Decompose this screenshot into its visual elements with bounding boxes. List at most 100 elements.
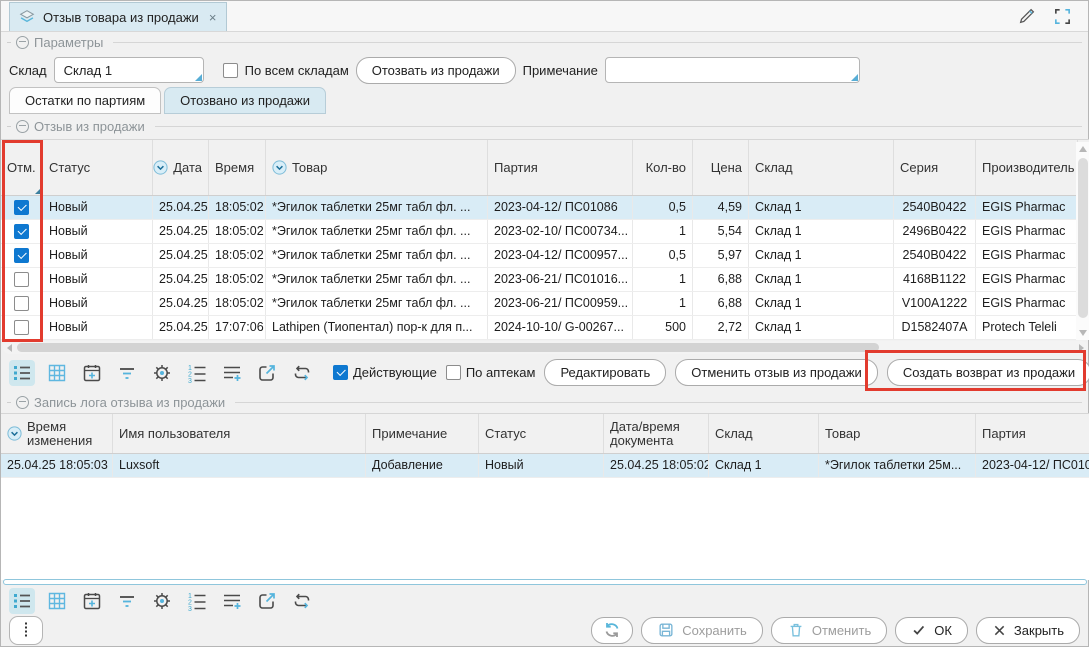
- save-button[interactable]: Сохранить: [641, 617, 763, 644]
- cell-product: Lathipen (Тиопентал) пор-к для п...: [266, 316, 488, 339]
- recall-from-sale-button[interactable]: Отозвать из продажи: [356, 57, 516, 84]
- recall-section-title: Отзыв из продажи: [34, 119, 145, 134]
- table-row[interactable]: Новый 25.04.25 18:05:02 *Эгилок таблетки…: [1, 220, 1089, 244]
- col-batch[interactable]: Партия: [976, 414, 1089, 453]
- log-section-header: Запись лога отзыва из продажи: [7, 394, 1082, 410]
- row-checkbox[interactable]: [14, 200, 29, 215]
- cell-time: 18:05:02: [209, 244, 266, 267]
- close-button[interactable]: Закрыть: [976, 617, 1080, 644]
- repeat-icon[interactable]: [289, 360, 315, 386]
- add-row-icon[interactable]: [219, 588, 245, 614]
- app-window: { "doc_tab": { "title": "Отзыв товара из…: [0, 0, 1089, 647]
- row-checkbox[interactable]: [14, 296, 29, 311]
- detail-view-icon[interactable]: [9, 588, 35, 614]
- grid-view-icon[interactable]: [44, 588, 70, 614]
- row-checkbox[interactable]: [14, 224, 29, 239]
- edit-button[interactable]: Редактировать: [544, 359, 666, 386]
- scroll-right-arrow[interactable]: [1079, 344, 1084, 352]
- vertical-scrollbar[interactable]: [1076, 142, 1089, 340]
- calendar-add-icon[interactable]: [79, 360, 105, 386]
- cell-manufacturer: EGIS Pharmac: [976, 244, 1078, 267]
- numbered-list-icon[interactable]: 123: [184, 360, 210, 386]
- tab-recalled-from-sale[interactable]: Отозвано из продажи: [164, 87, 326, 114]
- sort-icon[interactable]: [272, 160, 287, 175]
- col-price[interactable]: Цена: [693, 140, 749, 195]
- col-status[interactable]: Статус: [479, 414, 604, 453]
- col-product[interactable]: Товар: [819, 414, 976, 453]
- col-qty[interactable]: Кол-во: [633, 140, 693, 195]
- grid-view-icon[interactable]: [44, 360, 70, 386]
- col-manufacturer[interactable]: Производитель: [976, 140, 1078, 195]
- col-status[interactable]: Статус: [43, 140, 153, 195]
- scroll-up-arrow[interactable]: [1079, 146, 1087, 152]
- active-checkbox[interactable]: [333, 365, 348, 380]
- table-row[interactable]: Новый 25.04.25 18:05:02 *Эгилок таблетки…: [1, 244, 1089, 268]
- col-product[interactable]: Товар: [266, 140, 488, 195]
- collapse-icon[interactable]: [16, 120, 29, 133]
- table-row[interactable]: 25.04.25 18:05:03 Luxsoft Добавление Нов…: [1, 454, 1089, 478]
- check-icon: [911, 622, 927, 638]
- tab-close-icon[interactable]: ×: [209, 10, 217, 25]
- table-row[interactable]: Новый 25.04.25 18:05:02 *Эгилок таблетки…: [1, 196, 1089, 220]
- scrollbar-thumb[interactable]: [1078, 158, 1088, 318]
- horizontal-scrollbar[interactable]: [3, 579, 1087, 585]
- filter-icon[interactable]: [114, 588, 140, 614]
- col-warehouse[interactable]: Склад: [749, 140, 894, 195]
- row-checkbox[interactable]: [14, 320, 29, 335]
- add-row-icon[interactable]: [219, 360, 245, 386]
- horizontal-scrollbar[interactable]: [3, 341, 1088, 354]
- open-external-icon[interactable]: [254, 588, 280, 614]
- col-batch[interactable]: Партия: [488, 140, 633, 195]
- cancel-recall-button[interactable]: Отменить отзыв из продажи: [675, 359, 878, 386]
- tab-stock-by-batches[interactable]: Остатки по партиям: [9, 87, 161, 114]
- col-series[interactable]: Серия: [894, 140, 976, 195]
- sort-icon[interactable]: [153, 160, 168, 175]
- all-warehouses-checkbox[interactable]: [223, 63, 238, 78]
- warehouse-combobox[interactable]: Склад 1: [54, 57, 204, 83]
- menu-dots-button[interactable]: [9, 616, 43, 645]
- col-date[interactable]: Дата: [153, 140, 209, 195]
- repeat-icon[interactable]: [289, 588, 315, 614]
- row-checkbox[interactable]: [14, 272, 29, 287]
- sort-icon[interactable]: [7, 426, 22, 441]
- scroll-left-arrow[interactable]: [7, 344, 12, 352]
- expand-fullscreen-icon[interactable]: [1053, 7, 1072, 26]
- col-note[interactable]: Примечание: [366, 414, 479, 453]
- row-checkbox[interactable]: [14, 248, 29, 263]
- col-mark[interactable]: Отм.: [1, 140, 43, 195]
- note-input[interactable]: [615, 62, 850, 79]
- calendar-add-icon[interactable]: [79, 588, 105, 614]
- filter-icon[interactable]: [114, 360, 140, 386]
- edit-pencil-icon[interactable]: [1017, 6, 1037, 26]
- collapse-icon[interactable]: [16, 36, 29, 49]
- scroll-down-arrow[interactable]: [1079, 330, 1087, 336]
- table-row[interactable]: Новый 25.04.25 17:07:06 Lathipen (Тиопен…: [1, 316, 1089, 340]
- cell-warehouse: Склад 1: [749, 220, 894, 243]
- cell-qty: 1: [633, 292, 693, 315]
- col-time[interactable]: Время: [209, 140, 266, 195]
- detail-view-icon[interactable]: [9, 360, 35, 386]
- table-row[interactable]: Новый 25.04.25 18:05:02 *Эгилок таблетки…: [1, 268, 1089, 292]
- numbered-list-icon[interactable]: 123: [184, 588, 210, 614]
- refresh-button[interactable]: [591, 617, 633, 644]
- by-pharmacy-checkbox[interactable]: [446, 365, 461, 380]
- cell-warehouse: Склад 1: [749, 316, 894, 339]
- cancel-button[interactable]: Отменить: [771, 617, 887, 644]
- table-row[interactable]: Новый 25.04.25 18:05:02 *Эгилок таблетки…: [1, 292, 1089, 316]
- cell-manufacturer: EGIS Pharmac: [976, 268, 1078, 291]
- col-change-time[interactable]: Время изменения: [1, 414, 113, 453]
- col-doc-datetime[interactable]: Дата/время документа: [604, 414, 709, 453]
- col-user-name[interactable]: Имя пользователя: [113, 414, 366, 453]
- ok-button[interactable]: ОК: [895, 617, 968, 644]
- settings-gear-icon[interactable]: [149, 588, 175, 614]
- collapse-icon[interactable]: [16, 396, 29, 409]
- scrollbar-thumb[interactable]: [17, 343, 879, 352]
- recall-section-header: Отзыв из продажи: [7, 118, 1082, 134]
- create-return-button[interactable]: Создать возврат из продажи: [887, 359, 1089, 386]
- settings-gear-icon[interactable]: [149, 360, 175, 386]
- cell-product: *Эгилок таблетки 25мг табл фл. ...: [266, 244, 488, 267]
- document-tab[interactable]: Отзыв товара из продажи ×: [9, 2, 227, 31]
- col-warehouse[interactable]: Склад: [709, 414, 819, 453]
- by-pharmacy-filter: По аптекам: [446, 365, 536, 380]
- open-external-icon[interactable]: [254, 360, 280, 386]
